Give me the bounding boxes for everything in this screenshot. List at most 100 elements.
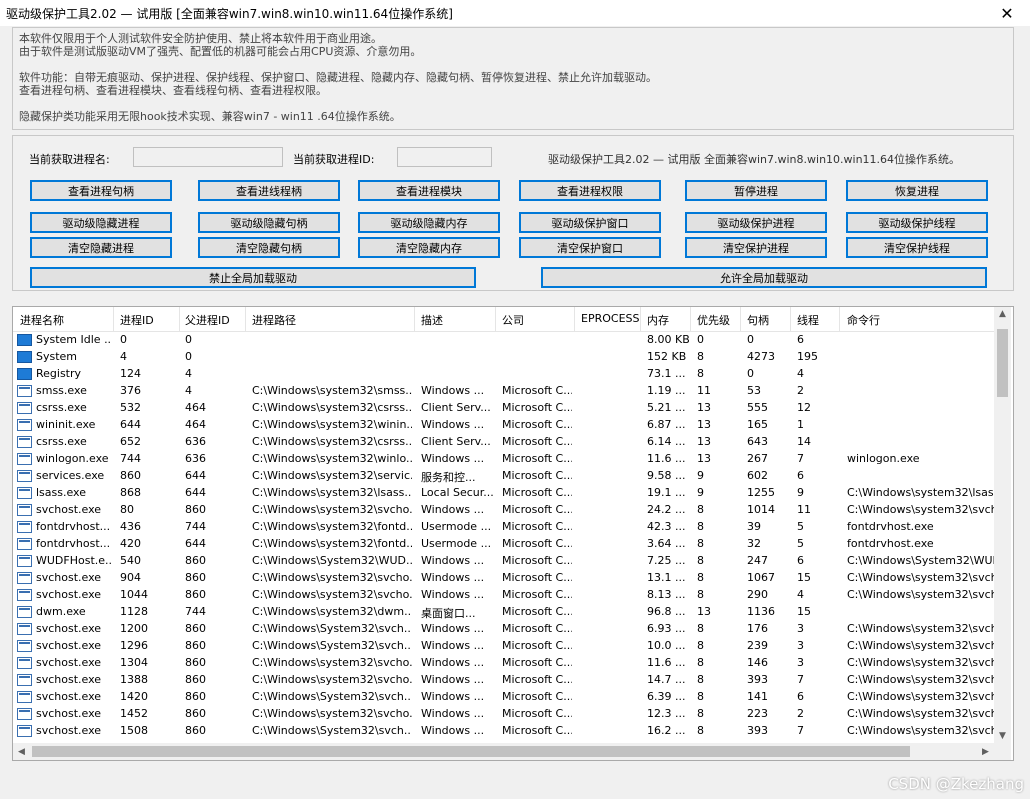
clear-protected-thread-button[interactable]: 清空保护线程 [846,237,988,258]
column-header-priority[interactable]: 优先级 [697,312,730,328]
table-cell: C:\Windows\system32\lsass.e [847,486,994,499]
scroll-down-arrow-icon[interactable]: ▼ [994,729,1011,743]
table-cell: Microsoft C... [502,520,572,533]
hide-memory-button[interactable]: 驱动级隐藏内存 [358,212,500,233]
table-cell: 744 [185,520,206,533]
protect-process-button[interactable]: 驱动级保护进程 [685,212,827,233]
table-cell: Windows ... [421,673,485,686]
process-icon [17,487,32,499]
pause-process-button[interactable]: 暂停进程 [685,180,827,201]
column-header-company[interactable]: 公司 [502,312,524,328]
table-row[interactable]: System Idle ... 0 0 8.00 KB 0 0 6 [13,332,994,349]
column-header-handles[interactable]: 句柄 [747,312,769,328]
clear-hidden-handle-button[interactable]: 清空隐藏句柄 [198,237,340,258]
column-header-ppid[interactable]: 父进程ID [185,312,230,328]
column-header-cmdline[interactable]: 命令行 [847,312,880,328]
table-row[interactable]: winlogon.exe 744 636 C:\Windows\system32\wi… [13,451,994,468]
table-row[interactable]: csrss.exe 652 636 C:\Windows\system32\csrss… [13,434,994,451]
table-cell: 6.93 ... [647,622,686,635]
view-process-permissions-button[interactable]: 查看进程权限 [519,180,661,201]
view-process-modules-button[interactable]: 查看进程模块 [358,180,500,201]
table-cell: 239 [747,639,768,652]
column-header-description[interactable]: 描述 [421,312,443,328]
table-row[interactable]: lsass.exe 868 644 C:\Windows\system32\lsass… [13,485,994,502]
table-cell: 8 [697,724,704,737]
allow-driver-loading-button[interactable]: 允许全局加载驱动 [541,267,987,288]
table-row[interactable]: csrss.exe 532 464 C:\Windows\system32\csrss… [13,400,994,417]
scroll-right-arrow-icon[interactable]: ▶ [977,743,994,760]
scroll-left-arrow-icon[interactable]: ◀ [13,743,30,760]
column-header-eprocess[interactable]: EPROCESS [581,312,639,325]
table-cell: 643 [747,435,768,448]
table-cell: Usermode ... [421,520,492,533]
vertical-scrollbar[interactable]: ▲ ▼ [994,307,1011,743]
table-row[interactable]: Registry 124 4 73.1 ... 8 0 4 [13,366,994,383]
table-cell: 10.0 ... [647,639,686,652]
table-row[interactable]: svchost.exe 1388 860 C:\Windows\system32\sv… [13,672,994,689]
clear-hidden-process-button[interactable]: 清空隐藏进程 [30,237,172,258]
current-process-name-field[interactable] [133,147,283,167]
table-row[interactable]: WUDFHost.e... 540 860 C:\Windows\System32\W… [13,553,994,570]
protect-window-button[interactable]: 驱动级保护窗口 [519,212,661,233]
clear-hidden-memory-button[interactable]: 清空隐藏内存 [358,237,500,258]
scroll-up-arrow-icon[interactable]: ▲ [994,307,1011,321]
hide-process-button[interactable]: 驱动级隐藏进程 [30,212,172,233]
process-list[interactable]: 进程名称 进程ID 父进程ID 进程路径 描述 公司 EPROCESS 内存 优… [12,306,1014,761]
table-cell: C:\Windows\system32\svcho [847,503,994,516]
hide-handle-button[interactable]: 驱动级隐藏句柄 [198,212,340,233]
table-row[interactable]: fontdrvhost.... 436 744 C:\Windows\system32… [13,519,994,536]
block-driver-loading-button[interactable]: 禁止全局加载驱动 [30,267,476,288]
table-row[interactable]: svchost.exe 1200 860 C:\Windows\System32\sv… [13,621,994,638]
table-row[interactable]: smss.exe 376 4 C:\Windows\system32\smss....… [13,383,994,400]
table-cell: C:\Windows\system32\svcho... [252,707,412,720]
protect-thread-button[interactable]: 驱动级保护线程 [846,212,988,233]
column-header-memory[interactable]: 内存 [647,312,669,328]
table-row[interactable]: svchost.exe 80 860 C:\Windows\system32\svch… [13,502,994,519]
table-row[interactable]: svchost.exe 1420 860 C:\Windows\System32\sv… [13,689,994,706]
clear-protected-window-button[interactable]: 清空保护窗口 [519,237,661,258]
resume-process-button[interactable]: 恢复进程 [846,180,988,201]
table-cell: 8 [697,673,704,686]
view-thread-handles-button[interactable]: 查看进线程柄 [198,180,340,201]
table-cell: 5 [797,520,804,533]
table-cell: 464 [185,401,206,414]
table-row[interactable]: System 4 0 152 KB 8 4273 195 [13,349,994,366]
table-cell: 5 [797,537,804,550]
vertical-scroll-thumb[interactable] [997,329,1008,397]
view-process-handles-button[interactable]: 查看进程句柄 [30,180,172,201]
column-header-threads[interactable]: 线程 [797,312,819,328]
table-cell: Microsoft C... [502,639,572,652]
table-cell: 15 [797,605,811,618]
table-cell: 0 [747,333,754,346]
column-header-path[interactable]: 进程路径 [252,312,296,328]
table-cell: 8 [697,707,704,720]
column-header-pid[interactable]: 进程ID [120,312,154,328]
table-cell: 80 [120,503,134,516]
table-cell: 1508 [120,724,148,737]
table-row[interactable]: dwm.exe 1128 744 C:\Windows\system32\dwm...… [13,604,994,621]
table-cell: C:\Windows\System32\WUD... [252,554,412,567]
table-cell: lsass.exe [36,486,86,499]
table-cell: 14 [797,435,811,448]
table-cell: 13 [697,605,711,618]
table-row[interactable]: svchost.exe 1452 860 C:\Windows\system32\sv… [13,706,994,723]
table-cell: Windows ... [421,503,485,516]
clear-protected-process-button[interactable]: 清空保护进程 [685,237,827,258]
table-row[interactable]: services.exe 860 644 C:\Windows\system32\se… [13,468,994,485]
table-cell: Microsoft C... [502,418,572,431]
horizontal-scroll-thumb[interactable] [32,746,910,757]
process-icon [17,555,32,567]
table-row[interactable]: svchost.exe 904 860 C:\Windows\system32\svc… [13,570,994,587]
horizontal-scrollbar[interactable]: ◀ ▶ [13,743,994,760]
table-row[interactable]: svchost.exe 1508 860 C:\Windows\System32\sv… [13,723,994,740]
table-cell: 6.14 ... [647,435,686,448]
current-process-id-field[interactable] [397,147,492,167]
table-row[interactable]: svchost.exe 1044 860 C:\Windows\system32\sv… [13,587,994,604]
table-row[interactable]: svchost.exe 1304 860 C:\Windows\system32\sv… [13,655,994,672]
close-button[interactable]: ✕ [984,0,1030,26]
table-row[interactable]: fontdrvhost.... 420 644 C:\Windows\system32… [13,536,994,553]
table-cell: C:\Windows\system32\svcho [847,588,994,601]
column-header-name[interactable]: 进程名称 [20,312,64,328]
table-row[interactable]: wininit.exe 644 464 C:\Windows\system32\win… [13,417,994,434]
table-row[interactable]: svchost.exe 1296 860 C:\Windows\System32\sv… [13,638,994,655]
